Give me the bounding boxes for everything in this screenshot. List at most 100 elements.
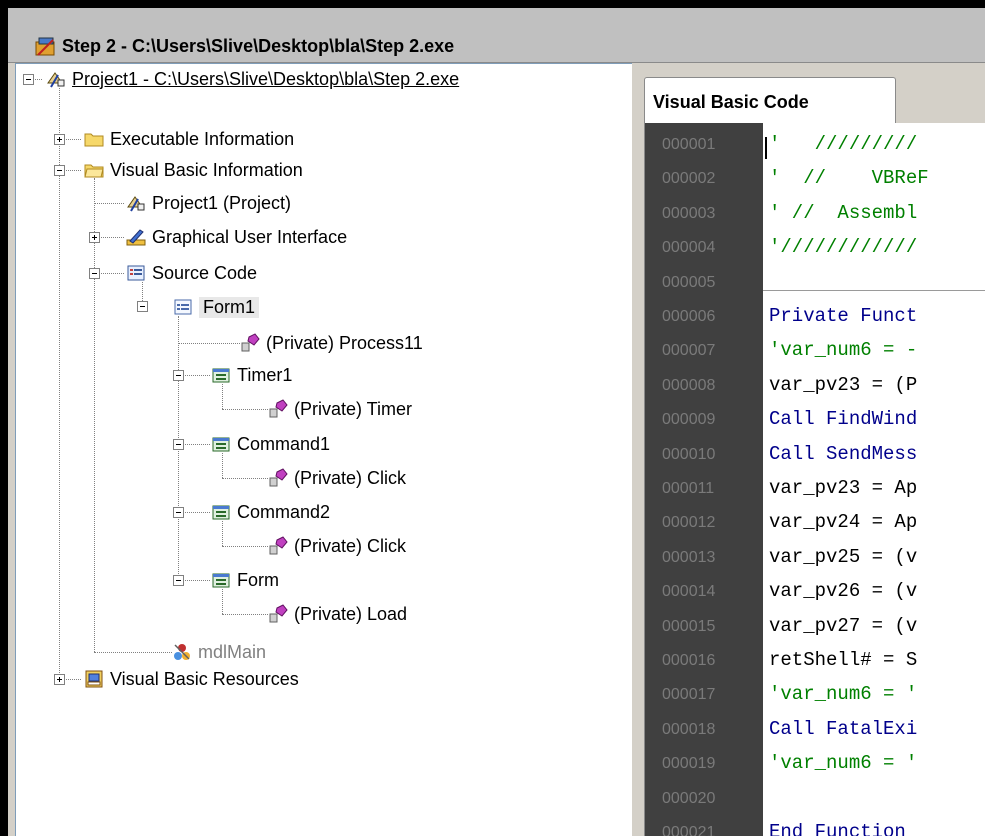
title-bar[interactable]: Step 2 - C:\Users\Slive\Desktop\bla\Step… [8,8,985,63]
expand-toggle[interactable] [89,232,100,243]
line-number: 000010 [662,445,716,463]
line-number: 000003 [662,204,716,222]
code-line: '//////////// [769,236,918,259]
line-number-gutter: 000001 000002 000003 000004 000005 000006 0000… [645,123,763,836]
pane-splitter[interactable] [632,63,644,836]
code-editor[interactable]: 000001 000002 000003 000004 000005 000006 0000… [644,123,985,836]
code-line: Call FindWind [769,408,918,431]
line-number: 000012 [662,514,716,532]
code-area[interactable]: ' ///////// ' // VBReF ' // Assembl '//////… [763,123,985,836]
tree-node-label: (Private) Timer [294,398,413,419]
line-number: 000006 [662,308,716,325]
collapse-toggle[interactable] [137,301,148,312]
line-number: 000009 [662,411,716,429]
tree-node-click1[interactable]: (Private) Click [268,465,406,491]
separator-line [763,290,985,291]
control-icon [212,573,230,588]
line-number: 000013 [662,548,716,566]
tree-node-load[interactable]: (Private) Load [268,601,407,627]
tree-node-label: (Private) Click [294,535,407,556]
tree-node-vb-resources[interactable]: Visual Basic Resources [84,666,299,692]
private-method-icon [241,333,260,352]
tree-node-project[interactable]: Project1 (Project) [126,190,291,216]
collapse-toggle[interactable] [173,507,184,518]
tree-node-label: Command2 [237,501,331,522]
private-method-icon [269,536,288,555]
tree-line [222,478,268,479]
tree-node-label: Project1 (Project) [152,192,292,213]
module-icon [174,644,190,660]
line-number: 000007 [662,342,716,360]
tree-node-executable-info[interactable]: Executable Information [84,126,294,152]
tab-visual-basic-code[interactable]: Visual Basic Code [644,77,896,124]
code-line: var_pv25 = (v [769,545,918,568]
tree-line [59,88,60,679]
vb-project-icon [127,196,145,212]
window-title: Step 2 - C:\Users\Slive\Desktop\bla\Step… [62,36,455,56]
collapse-toggle[interactable] [54,165,65,176]
tree-node-vb-info[interactable]: Visual Basic Information [84,157,303,183]
tree-node-label: (Private) Process11 [266,332,423,353]
control-icon [212,505,230,520]
tree-node-label: Visual Basic Resources [110,668,299,689]
tree-node-project-root[interactable]: Project1 - C:\Users\Slive\Desktop\bla\St… [46,66,459,92]
tree-node-form[interactable]: Form [211,567,279,593]
form-icon [174,299,192,315]
tree-node-form1[interactable]: Form1 [173,294,260,320]
tree-node-label: Form1 [199,296,260,318]
code-line: 'var_num6 = ' [769,752,918,775]
tree-node-timer1[interactable]: Timer1 [211,362,292,388]
code-line: 'var_num6 = - [769,339,918,362]
code-line: var_pv23 = Ap [769,477,918,499]
tree-node-command2[interactable]: Command2 [211,499,330,525]
expand-toggle[interactable] [54,134,65,145]
code-line: End Function [769,821,906,836]
tree-node-click2[interactable]: (Private) Click [268,533,406,559]
private-method-icon [269,399,288,418]
code-line: 'var_num6 = ' [769,683,918,706]
code-line: var_pv26 = (v [769,580,918,603]
line-number: 000005 [662,273,716,291]
tree-node-process11[interactable]: (Private) Process11 [240,330,423,356]
main-window: Step 2 - C:\Users\Slive\Desktop\bla\Step… [8,8,985,836]
control-icon [212,368,230,383]
collapse-toggle[interactable] [23,74,34,85]
code-line: var_pv24 = Ap [769,511,918,534]
collapse-toggle[interactable] [173,439,184,450]
tree-node-label: Executable Information [110,128,295,149]
line-number: 000011 [662,480,715,497]
tree-node-command1[interactable]: Command1 [211,431,330,457]
line-number: 000004 [662,239,716,257]
line-number: 000001 [662,136,716,153]
line-number: 000002 [662,170,716,188]
tree-node-source-code[interactable]: Source Code [126,260,257,286]
line-number: 000014 [662,583,716,601]
tree-node-label: Graphical User Interface [152,226,348,247]
line-number: 000017 [662,686,716,704]
tree-line [222,614,268,615]
code-line: var_pv23 = (P [769,373,918,396]
collapse-toggle[interactable] [89,268,100,279]
tree-line [94,652,172,653]
private-method-icon [269,604,288,623]
tree-node-label: Form [237,569,279,590]
code-line: Call FatalExi [769,717,918,740]
tree-node-timer-method[interactable]: (Private) Timer [268,396,412,422]
folder-open-icon [84,164,104,178]
line-number: 000019 [662,755,716,773]
code-line: Call SendMess [769,442,918,465]
tree-node-gui[interactable]: Graphical User Interface [126,224,347,250]
line-number: 000020 [662,789,716,807]
collapse-toggle[interactable] [173,370,184,381]
paint-ruler-icon [126,229,146,246]
code-line: ' // Assembl [769,201,918,224]
screen-frame: Step 2 - C:\Users\Slive\Desktop\bla\Step… [0,0,985,836]
expand-toggle[interactable] [54,674,65,685]
tree-node-mdlmain[interactable]: mdlMain [172,639,266,665]
tree-node-label: Visual Basic Information [110,159,303,180]
line-number: 000021 [662,824,716,836]
collapse-toggle[interactable] [173,575,184,586]
app-icon [35,37,55,56]
tree-line [94,203,124,204]
project-tree[interactable]: Project1 - C:\Users\Slive\Desktop\bla\St… [15,63,634,836]
